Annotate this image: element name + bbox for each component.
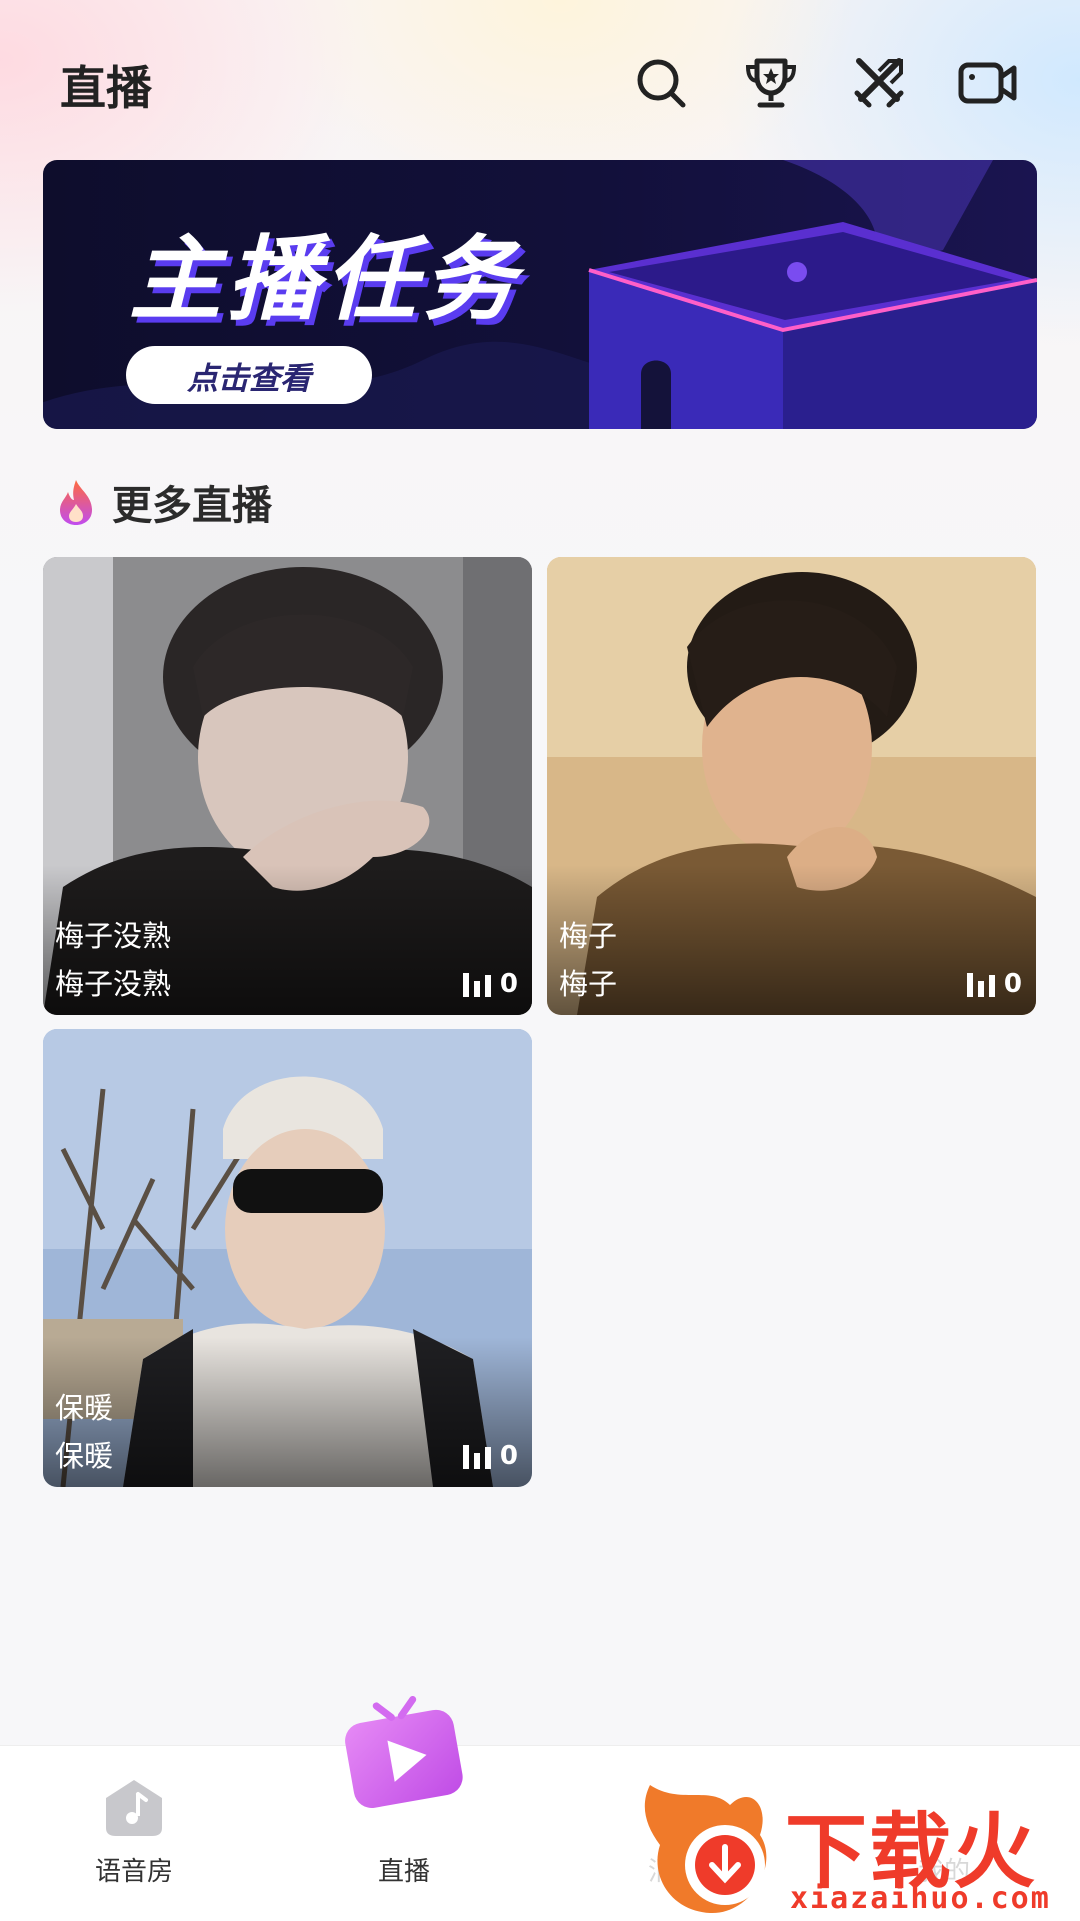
video-camera-icon[interactable]	[955, 50, 1021, 116]
viewer-count: 0	[462, 969, 518, 999]
card-anchor-name: 保暖	[55, 1391, 114, 1425]
live-card[interactable]: 梅子没熟 梅子没熟 0	[43, 557, 532, 1015]
header: 直播	[0, 0, 1080, 160]
search-icon[interactable]	[628, 50, 694, 116]
watermark: 下载火 xiazaihuo.com	[640, 1775, 1080, 1920]
banner-title: 主播任务	[129, 226, 522, 333]
card-anchor-name: 梅子	[559, 919, 618, 953]
tab-label: 语音房	[94, 1857, 173, 1887]
tab-label: 直播	[377, 1857, 430, 1887]
card-anchor-name: 梅子没熟	[55, 919, 172, 953]
card-room-title: 梅子	[559, 967, 618, 1001]
music-note-icon	[106, 1780, 162, 1836]
trophy-icon[interactable]	[738, 50, 804, 116]
page-title: 直播	[60, 61, 152, 115]
viewer-count-value: 0	[499, 969, 518, 999]
flame-icon	[60, 480, 92, 525]
card-room-title: 梅子没熟	[55, 967, 172, 1001]
card-overlay	[547, 865, 1036, 1015]
watermark-url: xiazaihuo.com	[790, 1881, 1051, 1916]
watermark-logo-icon	[644, 1785, 767, 1914]
viewer-count: 0	[462, 1441, 518, 1471]
anchor-task-banner[interactable]: 主播任务 点击查看	[43, 160, 1037, 429]
section-header: 更多直播	[56, 472, 272, 532]
view-now-button[interactable]: 点击查看	[126, 346, 372, 404]
card-room-title: 保暖	[55, 1439, 114, 1473]
card-overlay	[43, 1337, 532, 1487]
tv-play-icon	[345, 1695, 463, 1808]
tab-voice-room[interactable]: 语音房	[34, 1746, 234, 1921]
viewer-count: 0	[966, 969, 1022, 999]
audio-bars-icon	[966, 973, 995, 997]
tab-live[interactable]: 直播	[304, 1695, 504, 1921]
viewer-count-value: 0	[1003, 969, 1022, 999]
audio-bars-icon	[462, 1445, 491, 1469]
live-card[interactable]: 保暖 保暖 0	[43, 1029, 532, 1487]
pk-swords-icon[interactable]	[846, 50, 912, 116]
live-card[interactable]: 梅子 梅子 0	[547, 557, 1036, 1015]
section-title: 更多直播	[112, 483, 272, 529]
viewer-count-value: 0	[499, 1441, 518, 1471]
audio-bars-icon	[462, 973, 491, 997]
